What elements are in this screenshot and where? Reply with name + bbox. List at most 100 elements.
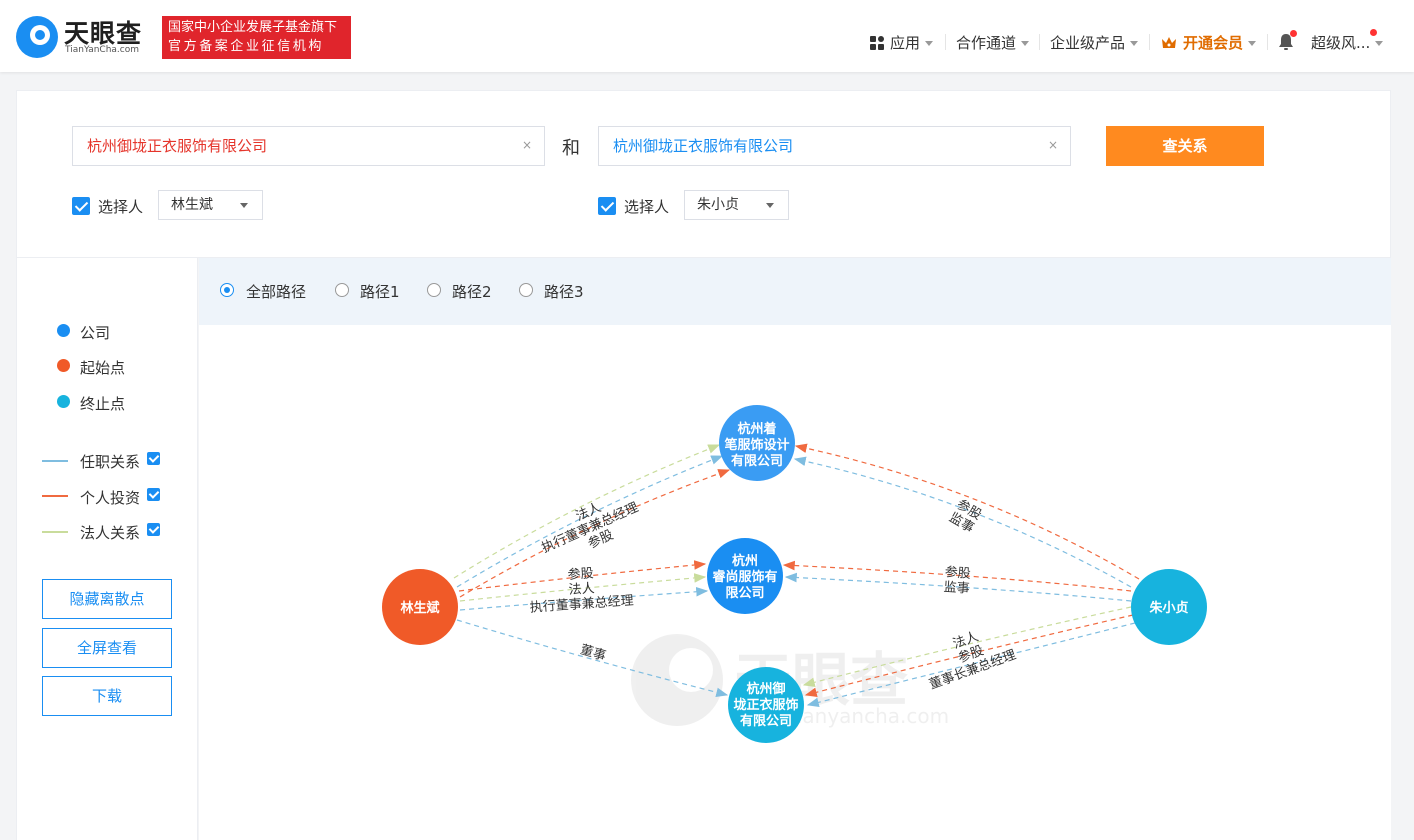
node-label: 垅正衣服饰 [733, 697, 798, 713]
node-end-person[interactable]: 朱小贞 [1131, 569, 1207, 645]
crown-icon [1162, 37, 1176, 48]
nav-apps[interactable]: 应用 [870, 32, 934, 54]
logo-domain: TianYanCha.com [65, 45, 140, 55]
chevron-down-icon [925, 41, 934, 46]
nav-divider [945, 34, 946, 50]
edge-label: 监事 [943, 580, 970, 597]
nav-divider [1267, 34, 1268, 50]
legend-legal: 法人关系 [80, 524, 141, 542]
edge-label: 参股 [944, 564, 971, 582]
find-relation-button[interactable]: 查关系 [1106, 126, 1264, 166]
node-label: 林生斌 [400, 600, 439, 616]
path-3-radio[interactable] [519, 283, 533, 297]
node-label: 限公司 [725, 586, 764, 601]
path-1-label: 路径1 [360, 283, 400, 301]
chevron-down-icon [240, 203, 248, 208]
path-all-label: 全部路径 [246, 283, 307, 301]
path-1-radio[interactable] [335, 283, 349, 297]
nav-vip[interactable]: 开通会员 [1161, 32, 1257, 54]
legend-employment: 任职关系 [80, 453, 141, 471]
left-person-select[interactable]: 林生斌 [158, 190, 263, 220]
notification-dot [1290, 30, 1297, 37]
graph-area: 全部路径 路径1 路径2 路径3 天眼查 tianyancha.com 法人 执… [199, 258, 1391, 840]
user-notification-dot [1370, 29, 1377, 36]
top-header: 天眼查 TianYanCha.com 国家中小企业发展子基金旗下 官方备案企业征… [0, 0, 1414, 72]
legend-investment: 个人投资 [80, 489, 141, 507]
employment-line-icon [42, 460, 68, 462]
watermark-domain: tianyancha.com [789, 704, 949, 728]
legal-line-icon [42, 531, 68, 533]
chevron-down-icon [1248, 41, 1257, 46]
node-label: 睿尚服饰有 [712, 569, 777, 585]
node-label: 杭州 [732, 553, 758, 569]
nav-divider [1039, 34, 1040, 50]
right-company-value: 杭州御垅正衣服饰有限公司 [613, 137, 794, 155]
clear-icon[interactable]: × [1046, 139, 1060, 153]
end-dot-icon [57, 395, 70, 408]
start-dot-icon [57, 359, 70, 372]
edge-label: 执行董事兼总经理 [529, 594, 634, 616]
node-label: 杭州着 [737, 421, 776, 437]
chevron-down-icon [1021, 41, 1030, 46]
company-dot-icon [57, 324, 70, 337]
nav-channel-label: 合作通道 [956, 34, 1017, 52]
edge-labels-start-c2: 参股 法人 执行董事兼总经理 [529, 565, 634, 616]
right-person-value: 朱小贞 [697, 197, 739, 213]
chevron-down-icon [1130, 41, 1139, 46]
employment-checkbox[interactable] [147, 452, 160, 465]
left-person-value: 林生斌 [171, 197, 213, 213]
left-person-label: 选择人 [98, 198, 144, 216]
left-person-checkbox[interactable] [72, 197, 90, 215]
node-label: 杭州御 [746, 681, 785, 697]
relation-graph[interactable]: 天眼查 tianyancha.com 法人 执行董事兼总经理 参股 参股 法人 … [199, 325, 1391, 840]
official-badge: 国家中小企业发展子基金旗下 官方备案企业征信机构 [162, 16, 351, 59]
right-person-label: 选择人 [624, 198, 670, 216]
nav-enterprise[interactable]: 企业级产品 [1050, 32, 1139, 54]
right-person-select[interactable]: 朱小贞 [684, 190, 789, 220]
node-company-3[interactable]: 杭州御 垅正衣服饰 有限公司 [728, 667, 804, 743]
node-label: 有限公司 [740, 713, 792, 729]
left-company-value: 杭州御垅正衣服饰有限公司 [87, 137, 268, 155]
and-label: 和 [562, 138, 580, 159]
path-2-label: 路径2 [452, 283, 492, 301]
node-company-2[interactable]: 杭州 睿尚服饰有 限公司 [707, 538, 783, 614]
node-label: 笔服饰设计 [724, 437, 789, 453]
path-3-label: 路径3 [544, 283, 584, 301]
nav-channel[interactable]: 合作通道 [956, 32, 1030, 54]
node-label: 有限公司 [731, 453, 783, 469]
download-button[interactable]: 下载 [42, 676, 172, 716]
node-start-person[interactable]: 林生斌 [382, 569, 458, 645]
fullscreen-button[interactable]: 全屏查看 [42, 628, 172, 668]
nav-enterprise-label: 企业级产品 [1050, 34, 1126, 52]
legend-sidebar [16, 258, 198, 840]
left-company-input[interactable]: 杭州御垅正衣服饰有限公司 × [72, 126, 545, 166]
investment-line-icon [42, 495, 68, 497]
node-company-1[interactable]: 杭州着 笔服饰设计 有限公司 [719, 405, 795, 481]
legend-end: 终止点 [80, 395, 126, 413]
hide-isolated-button[interactable]: 隐藏离散点 [42, 579, 172, 619]
right-company-input[interactable]: 杭州御垅正衣服饰有限公司 × [598, 126, 1071, 166]
edge-labels-end-c3: 法人 参股 董事长兼总经理 [927, 629, 1018, 692]
nav-vip-label: 开通会员 [1183, 34, 1244, 52]
chevron-down-icon [766, 203, 774, 208]
path-2-radio[interactable] [427, 283, 441, 297]
legal-checkbox[interactable] [147, 523, 160, 536]
path-all-radio[interactable] [220, 283, 234, 297]
nav-apps-label: 应用 [890, 34, 921, 52]
search-panel [16, 90, 1391, 258]
badge-line-2: 官方备案企业征信机构 [168, 39, 325, 54]
edge-labels-start-c1: 法人 执行董事兼总经理 参股 [540, 500, 641, 556]
node-label: 朱小贞 [1148, 600, 1188, 616]
badge-line-1: 国家中小企业发展子基金旗下 [168, 20, 338, 35]
edge-label: 董事 [578, 643, 607, 665]
legend-company: 公司 [80, 324, 111, 342]
nav-user-label: 超级风... [1311, 34, 1371, 52]
investment-checkbox[interactable] [147, 488, 160, 501]
apps-grid-icon [870, 36, 884, 50]
clear-icon[interactable]: × [520, 139, 534, 153]
chevron-down-icon [1375, 41, 1384, 46]
edge-labels-start-c3: 董事 [578, 643, 607, 665]
right-person-checkbox[interactable] [598, 197, 616, 215]
nav-divider [1149, 34, 1150, 50]
edge-labels-end-c1: 参股 监事 [946, 496, 984, 536]
